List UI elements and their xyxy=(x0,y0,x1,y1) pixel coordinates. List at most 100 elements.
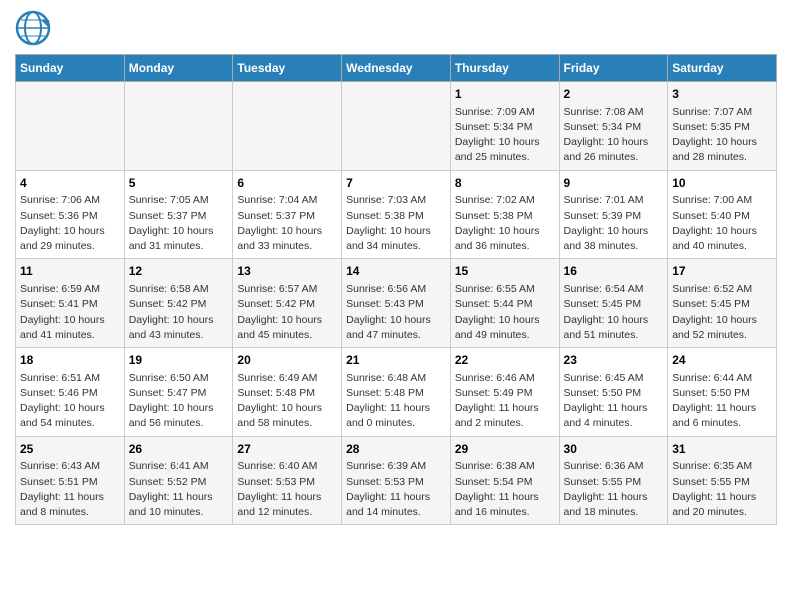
day-number: 7 xyxy=(346,175,446,192)
day-number: 24 xyxy=(672,352,772,369)
calendar-cell: 25Sunrise: 6:43 AMSunset: 5:51 PMDayligh… xyxy=(16,436,125,525)
calendar-cell: 22 Sunrise: 6:46 AMSunset: 5:49 PMDayligh… xyxy=(450,348,559,437)
day-info: Sunrise: 6:59 AMSunset: 5:41 PMDaylight:… xyxy=(20,282,120,343)
calendar-week-2: 4Sunrise: 7:06 AMSunset: 5:36 PMDaylight… xyxy=(16,170,777,259)
calendar-week-1: 1 Sunrise: 7:09 AMSunset: 5:34 PMDaylight… xyxy=(16,82,777,171)
day-info: Sunrise: 7:04 AMSunset: 5:37 PMDaylight:… xyxy=(237,193,337,254)
day-info: Sunrise: 6:52 AMSunset: 5:45 PMDaylight:… xyxy=(672,282,772,343)
calendar-cell: 9Sunrise: 7:01 AMSunset: 5:39 PMDaylight… xyxy=(559,170,668,259)
day-number: 11 xyxy=(20,263,120,280)
weekday-header-friday: Friday xyxy=(559,55,668,82)
day-info: Sunrise: 6:35 AMSunset: 5:55 PMDaylight:… xyxy=(672,459,772,520)
day-number: 6 xyxy=(237,175,337,192)
day-number: 4 xyxy=(20,175,120,192)
calendar-cell: 3 Sunrise: 7:07 AMSunset: 5:35 PMDaylight… xyxy=(668,82,777,171)
day-info: Sunrise: 7:02 AMSunset: 5:38 PMDaylight:… xyxy=(455,193,555,254)
calendar-cell: 11 Sunrise: 6:59 AMSunset: 5:41 PMDayligh… xyxy=(16,259,125,348)
calendar-cell: 21 Sunrise: 6:48 AMSunset: 5:48 PMDayligh… xyxy=(342,348,451,437)
calendar-cell: 2 Sunrise: 7:08 AMSunset: 5:34 PMDaylight… xyxy=(559,82,668,171)
calendar-cell: 29Sunrise: 6:38 AMSunset: 5:54 PMDayligh… xyxy=(450,436,559,525)
day-info: Sunrise: 7:08 AMSunset: 5:34 PMDaylight:… xyxy=(564,105,664,166)
day-number: 5 xyxy=(129,175,229,192)
calendar-cell: 10Sunrise: 7:00 AMSunset: 5:40 PMDayligh… xyxy=(668,170,777,259)
day-info: Sunrise: 6:36 AMSunset: 5:55 PMDaylight:… xyxy=(564,459,664,520)
calendar-week-4: 18 Sunrise: 6:51 AMSunset: 5:46 PMDayligh… xyxy=(16,348,777,437)
calendar-cell: 27Sunrise: 6:40 AMSunset: 5:53 PMDayligh… xyxy=(233,436,342,525)
day-number: 3 xyxy=(672,86,772,103)
day-info: Sunrise: 7:09 AMSunset: 5:34 PMDaylight:… xyxy=(455,105,555,166)
day-number: 8 xyxy=(455,175,555,192)
day-number: 19 xyxy=(129,352,229,369)
calendar-cell xyxy=(124,82,233,171)
page-header xyxy=(15,10,777,46)
day-number: 31 xyxy=(672,441,772,458)
day-info: Sunrise: 7:06 AMSunset: 5:36 PMDaylight:… xyxy=(20,193,120,254)
day-info: Sunrise: 7:00 AMSunset: 5:40 PMDaylight:… xyxy=(672,193,772,254)
calendar-cell xyxy=(233,82,342,171)
day-number: 25 xyxy=(20,441,120,458)
day-number: 10 xyxy=(672,175,772,192)
day-info: Sunrise: 7:05 AMSunset: 5:37 PMDaylight:… xyxy=(129,193,229,254)
calendar-cell xyxy=(16,82,125,171)
day-number: 27 xyxy=(237,441,337,458)
day-number: 12 xyxy=(129,263,229,280)
weekday-header-tuesday: Tuesday xyxy=(233,55,342,82)
day-number: 17 xyxy=(672,263,772,280)
calendar-table: SundayMondayTuesdayWednesdayThursdayFrid… xyxy=(15,54,777,525)
day-info: Sunrise: 6:46 AMSunset: 5:49 PMDaylight:… xyxy=(455,371,555,432)
day-number: 1 xyxy=(455,86,555,103)
day-info: Sunrise: 6:44 AMSunset: 5:50 PMDaylight:… xyxy=(672,371,772,432)
day-info: Sunrise: 6:38 AMSunset: 5:54 PMDaylight:… xyxy=(455,459,555,520)
calendar-cell: 23 Sunrise: 6:45 AMSunset: 5:50 PMDayligh… xyxy=(559,348,668,437)
calendar-cell: 30Sunrise: 6:36 AMSunset: 5:55 PMDayligh… xyxy=(559,436,668,525)
day-info: Sunrise: 7:03 AMSunset: 5:38 PMDaylight:… xyxy=(346,193,446,254)
calendar-week-5: 25Sunrise: 6:43 AMSunset: 5:51 PMDayligh… xyxy=(16,436,777,525)
day-info: Sunrise: 6:50 AMSunset: 5:47 PMDaylight:… xyxy=(129,371,229,432)
day-info: Sunrise: 7:01 AMSunset: 5:39 PMDaylight:… xyxy=(564,193,664,254)
day-number: 21 xyxy=(346,352,446,369)
calendar-cell: 14 Sunrise: 6:56 AMSunset: 5:43 PMDayligh… xyxy=(342,259,451,348)
day-number: 23 xyxy=(564,352,664,369)
day-info: Sunrise: 6:48 AMSunset: 5:48 PMDaylight:… xyxy=(346,371,446,432)
day-info: Sunrise: 6:58 AMSunset: 5:42 PMDaylight:… xyxy=(129,282,229,343)
day-number: 22 xyxy=(455,352,555,369)
day-number: 30 xyxy=(564,441,664,458)
day-number: 14 xyxy=(346,263,446,280)
weekday-header-thursday: Thursday xyxy=(450,55,559,82)
calendar-cell: 17 Sunrise: 6:52 AMSunset: 5:45 PMDayligh… xyxy=(668,259,777,348)
calendar-cell: 1 Sunrise: 7:09 AMSunset: 5:34 PMDaylight… xyxy=(450,82,559,171)
day-number: 15 xyxy=(455,263,555,280)
weekday-header-wednesday: Wednesday xyxy=(342,55,451,82)
calendar-cell: 18 Sunrise: 6:51 AMSunset: 5:46 PMDayligh… xyxy=(16,348,125,437)
weekday-header-sunday: Sunday xyxy=(16,55,125,82)
weekday-header-saturday: Saturday xyxy=(668,55,777,82)
calendar-cell: 6Sunrise: 7:04 AMSunset: 5:37 PMDaylight… xyxy=(233,170,342,259)
day-info: Sunrise: 7:07 AMSunset: 5:35 PMDaylight:… xyxy=(672,105,772,166)
day-number: 2 xyxy=(564,86,664,103)
day-number: 9 xyxy=(564,175,664,192)
weekday-header-row: SundayMondayTuesdayWednesdayThursdayFrid… xyxy=(16,55,777,82)
day-info: Sunrise: 6:45 AMSunset: 5:50 PMDaylight:… xyxy=(564,371,664,432)
calendar-cell: 4Sunrise: 7:06 AMSunset: 5:36 PMDaylight… xyxy=(16,170,125,259)
calendar-cell: 7Sunrise: 7:03 AMSunset: 5:38 PMDaylight… xyxy=(342,170,451,259)
day-number: 13 xyxy=(237,263,337,280)
day-number: 18 xyxy=(20,352,120,369)
calendar-cell: 28Sunrise: 6:39 AMSunset: 5:53 PMDayligh… xyxy=(342,436,451,525)
calendar-cell: 16Sunrise: 6:54 AMSunset: 5:45 PMDayligh… xyxy=(559,259,668,348)
calendar-cell: 12 Sunrise: 6:58 AMSunset: 5:42 PMDayligh… xyxy=(124,259,233,348)
day-info: Sunrise: 6:56 AMSunset: 5:43 PMDaylight:… xyxy=(346,282,446,343)
day-info: Sunrise: 6:39 AMSunset: 5:53 PMDaylight:… xyxy=(346,459,446,520)
day-info: Sunrise: 6:51 AMSunset: 5:46 PMDaylight:… xyxy=(20,371,120,432)
calendar-cell: 26Sunrise: 6:41 AMSunset: 5:52 PMDayligh… xyxy=(124,436,233,525)
calendar-cell xyxy=(342,82,451,171)
weekday-header-monday: Monday xyxy=(124,55,233,82)
day-number: 29 xyxy=(455,441,555,458)
calendar-cell: 31Sunrise: 6:35 AMSunset: 5:55 PMDayligh… xyxy=(668,436,777,525)
calendar-cell: 20Sunrise: 6:49 AMSunset: 5:48 PMDayligh… xyxy=(233,348,342,437)
calendar-cell: 19 Sunrise: 6:50 AMSunset: 5:47 PMDayligh… xyxy=(124,348,233,437)
calendar-cell: 5Sunrise: 7:05 AMSunset: 5:37 PMDaylight… xyxy=(124,170,233,259)
day-info: Sunrise: 6:43 AMSunset: 5:51 PMDaylight:… xyxy=(20,459,120,520)
day-info: Sunrise: 6:54 AMSunset: 5:45 PMDaylight:… xyxy=(564,282,664,343)
day-number: 20 xyxy=(237,352,337,369)
day-number: 26 xyxy=(129,441,229,458)
